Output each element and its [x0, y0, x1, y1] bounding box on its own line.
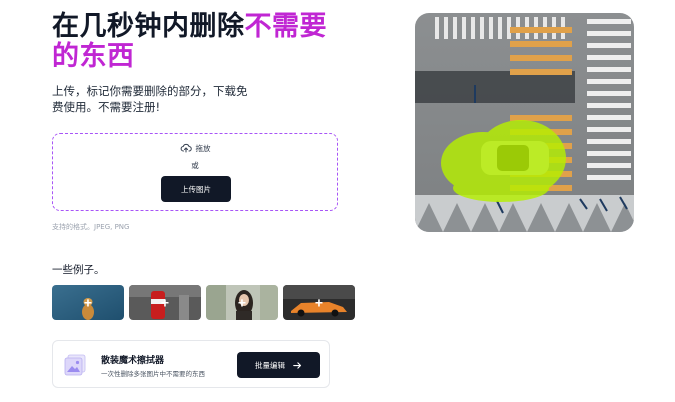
- title-part1: 在几秒钟内删除: [52, 11, 245, 42]
- add-icon: +: [160, 293, 170, 310]
- add-icon: +: [314, 293, 324, 310]
- arrow-right-icon: [293, 361, 302, 369]
- add-icon: +: [83, 293, 93, 310]
- drag-row: 拖放: [53, 142, 337, 154]
- drag-drop-label: 拖放: [195, 143, 211, 153]
- batch-description: 一次性删除多张图片中不需要的东西: [101, 370, 205, 378]
- page-subtitle: 上传，标记你需要删除的部分，下载免费使用。不需要注册!: [52, 84, 248, 114]
- or-label: 或: [191, 161, 199, 170]
- image-stack-icon: [64, 354, 86, 376]
- title-part2: 的东西: [52, 41, 135, 72]
- example-thumb-cola[interactable]: +: [129, 285, 201, 320]
- batch-edit-label: 批量编辑: [255, 360, 285, 370]
- cloud-upload-icon: [180, 143, 192, 153]
- upload-dropzone[interactable]: 拖放 或 上传图片: [52, 133, 338, 211]
- batch-title: 散装魔术擦拭器: [101, 356, 165, 366]
- page-title: 在几秒钟内删除不需要 的东西: [52, 12, 352, 72]
- add-icon: +: [237, 293, 247, 310]
- supported-formats-note: 支持的格式。JPEG, PNG: [52, 223, 130, 231]
- example-thumb-woman[interactable]: +: [206, 285, 278, 320]
- batch-edit-button[interactable]: 批量编辑: [237, 352, 320, 378]
- aerial-street-image: [415, 13, 634, 232]
- examples-label: 一些例子。: [52, 264, 105, 276]
- example-thumb-dog[interactable]: +: [52, 285, 124, 320]
- example-thumbnails: + + + +: [52, 285, 355, 320]
- title-accent: 不需要: [244, 11, 327, 42]
- example-thumb-car[interactable]: +: [283, 285, 355, 320]
- hero-demo-image: [415, 13, 634, 232]
- or-row: 或: [53, 160, 337, 171]
- batch-eraser-card: 散装魔术擦拭器 一次性删除多张图片中不需要的东西 批量编辑: [52, 340, 330, 388]
- upload-image-button[interactable]: 上传图片: [161, 176, 231, 202]
